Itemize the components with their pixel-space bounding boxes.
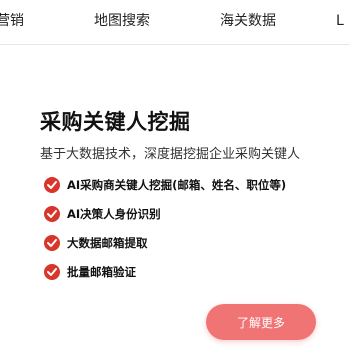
feature-item: AI采购商关键人挖掘(邮箱、姓名、职位等) bbox=[44, 176, 286, 194]
checkmark-icon bbox=[44, 264, 60, 280]
feature-list: AI采购商关键人挖掘(邮箱、姓名、职位等) AI决策人身份识别 大数据邮箱提取 … bbox=[44, 176, 286, 292]
nav-item-marketing[interactable]: 营销 bbox=[0, 12, 24, 30]
top-navigation: 营销 地图搜索 海关数据 L bbox=[0, 0, 350, 45]
feature-item: 批量邮箱验证 bbox=[44, 263, 286, 281]
learn-more-button[interactable]: 了解更多 bbox=[206, 304, 316, 340]
feature-label: AI决策人身份识别 bbox=[67, 207, 161, 221]
feature-label: 批量邮箱验证 bbox=[67, 265, 136, 279]
nav-item-truncated[interactable]: L bbox=[336, 12, 344, 30]
feature-item: 大数据邮箱提取 bbox=[44, 234, 286, 252]
feature-item: AI决策人身份识别 bbox=[44, 205, 286, 223]
page-title: 采购关键人挖掘 bbox=[40, 110, 191, 134]
feature-label: 大数据邮箱提取 bbox=[67, 236, 148, 250]
page-subtitle: 基于大数据技术，深度据挖掘企业采购关键人 bbox=[40, 147, 301, 162]
checkmark-icon bbox=[44, 235, 60, 251]
nav-item-map-search[interactable]: 地图搜索 bbox=[94, 12, 150, 30]
checkmark-icon bbox=[44, 177, 60, 193]
feature-label: AI采购商关键人挖掘(邮箱、姓名、职位等) bbox=[67, 178, 287, 192]
nav-item-customs-data[interactable]: 海关数据 bbox=[220, 12, 276, 30]
checkmark-icon bbox=[44, 206, 60, 222]
